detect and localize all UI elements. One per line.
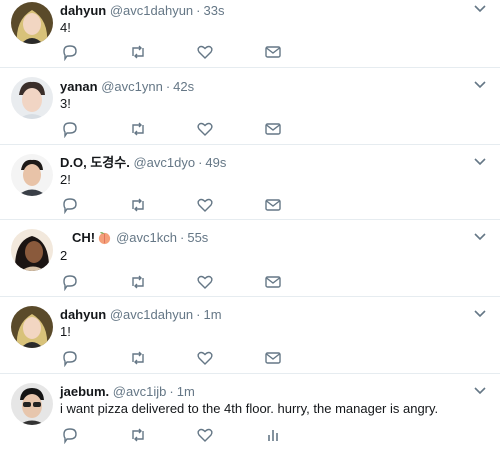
tweet-actions [0, 273, 500, 291]
mail-icon[interactable] [264, 349, 282, 367]
separator: · [169, 384, 174, 399]
reply-icon[interactable] [61, 273, 79, 291]
timestamp[interactable]: 49s [205, 155, 226, 170]
display-name[interactable]: D.O, 도경수. [60, 155, 130, 170]
chevron-down-icon[interactable] [473, 4, 487, 14]
display-name[interactable]: dahyun [60, 3, 106, 18]
avatar[interactable] [11, 2, 53, 44]
timestamp[interactable]: 1m [204, 307, 222, 322]
retweet-icon[interactable] [129, 196, 147, 214]
tweet-actions [0, 196, 500, 214]
tweet[interactable]: CH! @avc1kch · 55s 2 [0, 220, 500, 297]
timestamp[interactable]: 1m [177, 384, 195, 399]
tweet-text: 2 [60, 248, 68, 263]
separator: · [180, 230, 185, 245]
tweet[interactable]: dahyun @avc1dahyun · 33s 4! [0, 0, 500, 68]
heart-icon[interactable] [196, 349, 214, 367]
avatar[interactable] [11, 77, 53, 119]
separator: · [196, 307, 201, 322]
separator: · [165, 79, 171, 94]
retweet-icon[interactable] [129, 349, 147, 367]
separator: · [198, 155, 203, 170]
tweet-header: D.O, 도경수. @avc1dyo · 49s [60, 154, 226, 172]
mail-icon[interactable] [264, 43, 282, 61]
avatar[interactable] [11, 154, 53, 196]
tweet-header: dahyun @avc1dahyun · 1m [60, 306, 222, 324]
chevron-down-icon[interactable] [473, 309, 487, 319]
tweet[interactable]: yanan @avc1ynn · 42s 3! [0, 68, 500, 145]
heart-icon[interactable] [196, 43, 214, 61]
display-name[interactable]: CH! [72, 230, 95, 245]
tweet-header: CH! @avc1kch · 55s [60, 229, 208, 247]
analytics-icon[interactable] [264, 426, 282, 444]
tweet-actions [0, 43, 500, 61]
chevron-down-icon[interactable] [473, 232, 487, 242]
chevron-down-icon[interactable] [473, 80, 487, 90]
user-handle[interactable]: @avc1kch [116, 230, 177, 245]
mail-icon[interactable] [264, 196, 282, 214]
chevron-down-icon[interactable] [473, 157, 487, 167]
user-handle[interactable]: @avc1dyo [133, 155, 195, 170]
tweet[interactable]: jaebum. @avc1ijb · 1m i want pizza deliver… [0, 374, 500, 450]
peach-emoji [97, 230, 112, 250]
reply-icon[interactable] [61, 120, 79, 138]
tweet[interactable]: dahyun @avc1dahyun · 1m 1! [0, 297, 500, 374]
mail-icon[interactable] [264, 273, 282, 291]
user-handle[interactable]: @avc1dahyun [110, 3, 193, 18]
mail-icon[interactable] [264, 120, 282, 138]
tweet-actions [0, 426, 500, 444]
display-name[interactable]: yanan [60, 79, 98, 94]
separator: · [196, 3, 201, 18]
tweet-text: 4! [60, 20, 71, 35]
avatar[interactable] [11, 383, 53, 425]
avatar[interactable] [11, 229, 53, 271]
reply-icon[interactable] [61, 43, 79, 61]
reply-icon[interactable] [61, 196, 79, 214]
reply-icon[interactable] [61, 426, 79, 444]
display-name[interactable]: jaebum. [60, 384, 109, 399]
timestamp[interactable]: 42s [173, 79, 194, 94]
heart-icon[interactable] [196, 120, 214, 138]
tweet-header: dahyun @avc1dahyun · 33s [60, 2, 224, 20]
user-handle[interactable]: @avc1ynn [101, 79, 163, 94]
display-name[interactable]: dahyun [60, 307, 106, 322]
retweet-icon[interactable] [129, 273, 147, 291]
tweet-actions [0, 349, 500, 367]
tweet-header: jaebum. @avc1ijb · 1m [60, 383, 195, 401]
tweet[interactable]: D.O, 도경수. @avc1dyo · 49s 2! [0, 145, 500, 220]
chevron-down-icon[interactable] [473, 386, 487, 396]
tweet-text: 2! [60, 172, 71, 187]
timestamp[interactable]: 33s [204, 3, 225, 18]
tweet-actions [0, 120, 500, 138]
tweet-text: 3! [60, 96, 71, 111]
reply-icon[interactable] [61, 349, 79, 367]
user-handle[interactable]: @avc1ijb [113, 384, 167, 399]
timeline: dahyun @avc1dahyun · 33s 4! yanan @avc1ynn… [0, 0, 500, 450]
retweet-icon[interactable] [129, 43, 147, 61]
retweet-icon[interactable] [129, 426, 147, 444]
user-handle[interactable]: @avc1dahyun [110, 307, 193, 322]
tweet-text: 1! [60, 324, 71, 339]
heart-icon[interactable] [196, 196, 214, 214]
timestamp[interactable]: 55s [187, 230, 208, 245]
tweet-header: yanan @avc1ynn · 42s [60, 78, 194, 96]
avatar[interactable] [11, 306, 53, 348]
heart-icon[interactable] [196, 273, 214, 291]
retweet-icon[interactable] [129, 120, 147, 138]
tweet-text: i want pizza delivered to the 4th floor.… [60, 401, 439, 416]
heart-icon[interactable] [196, 426, 214, 444]
